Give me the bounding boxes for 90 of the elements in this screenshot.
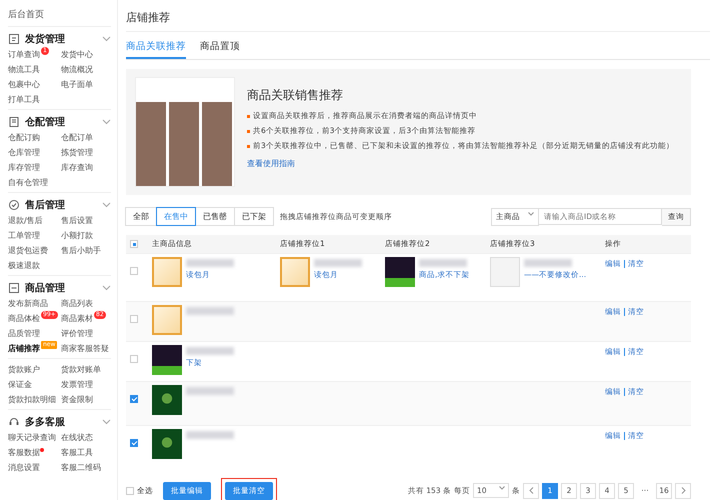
- info-heading: 商品关联销售推荐: [247, 87, 343, 104]
- sidebar-item[interactable]: 客服工具: [61, 445, 93, 460]
- product-image: [152, 345, 182, 375]
- caret-icon: [499, 486, 505, 490]
- chevron-icon[interactable]: [102, 284, 111, 290]
- chevron-icon[interactable]: [102, 202, 111, 208]
- sidebar-item[interactable]: 极速退款: [8, 258, 40, 273]
- filter-tab[interactable]: 在售中: [156, 207, 196, 226]
- sidebar-item[interactable]: 发票管理: [61, 377, 93, 392]
- filter-tab[interactable]: 已下架: [234, 207, 274, 226]
- section-title[interactable]: 商品管理: [25, 280, 65, 294]
- sidebar-item[interactable]: 自有仓管理: [8, 175, 48, 190]
- sidebar-item[interactable]: 打单工具: [8, 92, 40, 107]
- sidebar-item[interactable]: 库存查询: [61, 160, 93, 175]
- blurred-text: [186, 259, 234, 267]
- blurred-text: [524, 259, 572, 267]
- blurred-text: [186, 387, 234, 395]
- chevron-icon[interactable]: [102, 36, 111, 42]
- sidebar-item[interactable]: 客服数据: [8, 445, 44, 460]
- document-icon: [8, 116, 20, 128]
- sidebar-link[interactable]: 后台首页: [8, 6, 44, 26]
- product-image: [385, 257, 415, 287]
- checkbox[interactable]: [130, 315, 138, 323]
- section-title[interactable]: 发货管理: [25, 32, 65, 46]
- sidebar-item[interactable]: 售后小助手: [61, 243, 101, 258]
- chevron-icon[interactable]: [102, 418, 111, 424]
- sidebar-item[interactable]: 货款扣款明细: [8, 392, 56, 407]
- page-title: 店铺推荐: [126, 10, 170, 25]
- box-icon: [8, 282, 20, 294]
- sidebar-item[interactable]: 仓配订单: [61, 130, 93, 145]
- sidebar-item[interactable]: 保证金: [8, 377, 32, 392]
- sidebar-item[interactable]: 仓库管理: [8, 145, 40, 160]
- blurred-text: [186, 431, 234, 439]
- tab[interactable]: 商品关联推荐: [126, 37, 186, 59]
- blurred-text: [314, 259, 362, 267]
- sidebar-item[interactable]: 电子面单: [61, 77, 93, 92]
- sidebar-item[interactable]: 仓配订购: [8, 130, 40, 145]
- sidebar-item[interactable]: 库存管理: [8, 160, 40, 175]
- blurred-text: [419, 259, 467, 267]
- next-page-button[interactable]: [675, 482, 691, 498]
- chevron-left-icon: [528, 487, 534, 494]
- sidebar-item[interactable]: 物流工具: [8, 62, 40, 77]
- sidebar-item[interactable]: 拣货管理: [61, 145, 93, 160]
- sidebar-item[interactable]: 资金限制: [61, 392, 93, 407]
- filter-tab[interactable]: 全部: [125, 207, 157, 226]
- checkbox[interactable]: [130, 439, 138, 447]
- blurred-text: [186, 347, 234, 355]
- sidebar-item[interactable]: 聊天记录查询: [8, 430, 56, 445]
- section-title[interactable]: 售后管理: [25, 198, 65, 212]
- sidebar-item[interactable]: 货款账户: [8, 362, 40, 377]
- sidebar-item[interactable]: 退款/售后: [8, 213, 43, 228]
- sidebar-item[interactable]: 客服二维码: [61, 460, 101, 475]
- chevron-right-icon: [680, 487, 686, 494]
- tab[interactable]: 商品置顶: [200, 37, 240, 59]
- sidebar-item[interactable]: 退货包运费: [8, 243, 48, 258]
- check-circle-icon: [8, 198, 20, 210]
- filter-tab[interactable]: 已售罄: [195, 207, 235, 226]
- checkbox[interactable]: [130, 267, 138, 275]
- sidebar-item[interactable]: 消息设置: [8, 460, 40, 475]
- product-image: [152, 257, 182, 287]
- sidebar-item[interactable]: 商家客服答疑: [61, 341, 109, 356]
- sidebar-item[interactable]: 小额打款: [61, 228, 93, 243]
- sidebar-item[interactable]: 物流概况: [61, 62, 93, 77]
- guide-link[interactable]: 查看使用指南: [247, 158, 295, 169]
- product-image: [152, 305, 182, 335]
- product-image: [280, 257, 310, 287]
- blurred-text: [186, 307, 234, 315]
- sidebar-item[interactable]: 评价管理: [61, 326, 93, 341]
- sidebar-item[interactable]: 发货中心: [61, 47, 93, 62]
- sidebar-item[interactable]: 工单管理: [8, 228, 40, 243]
- previous-page-button[interactable]: [523, 482, 539, 498]
- document-icon: [8, 32, 20, 44]
- checkbox[interactable]: [130, 395, 138, 403]
- sidebar-item[interactable]: 发布新商品: [8, 296, 48, 311]
- checkbox[interactable]: [130, 240, 138, 248]
- sidebar-item[interactable]: 售后设置: [61, 213, 93, 228]
- section-title[interactable]: 多多客服: [25, 414, 65, 428]
- chevron-icon[interactable]: [102, 118, 111, 124]
- product-image: [152, 429, 182, 459]
- product-image: [490, 257, 520, 287]
- checkbox[interactable]: [130, 355, 138, 363]
- caret-icon: [528, 212, 534, 216]
- sidebar-item[interactable]: 品质管理: [8, 326, 40, 341]
- sidebar-item[interactable]: 货款对账单: [61, 362, 101, 377]
- sidebar-item[interactable]: 包裹中心: [8, 77, 40, 92]
- headset-icon: [8, 416, 20, 428]
- sidebar-item[interactable]: 商品列表: [61, 296, 93, 311]
- sidebar-item[interactable]: 在线状态: [61, 430, 93, 445]
- section-title[interactable]: 仓配管理: [25, 114, 65, 128]
- product-image: [152, 385, 182, 415]
